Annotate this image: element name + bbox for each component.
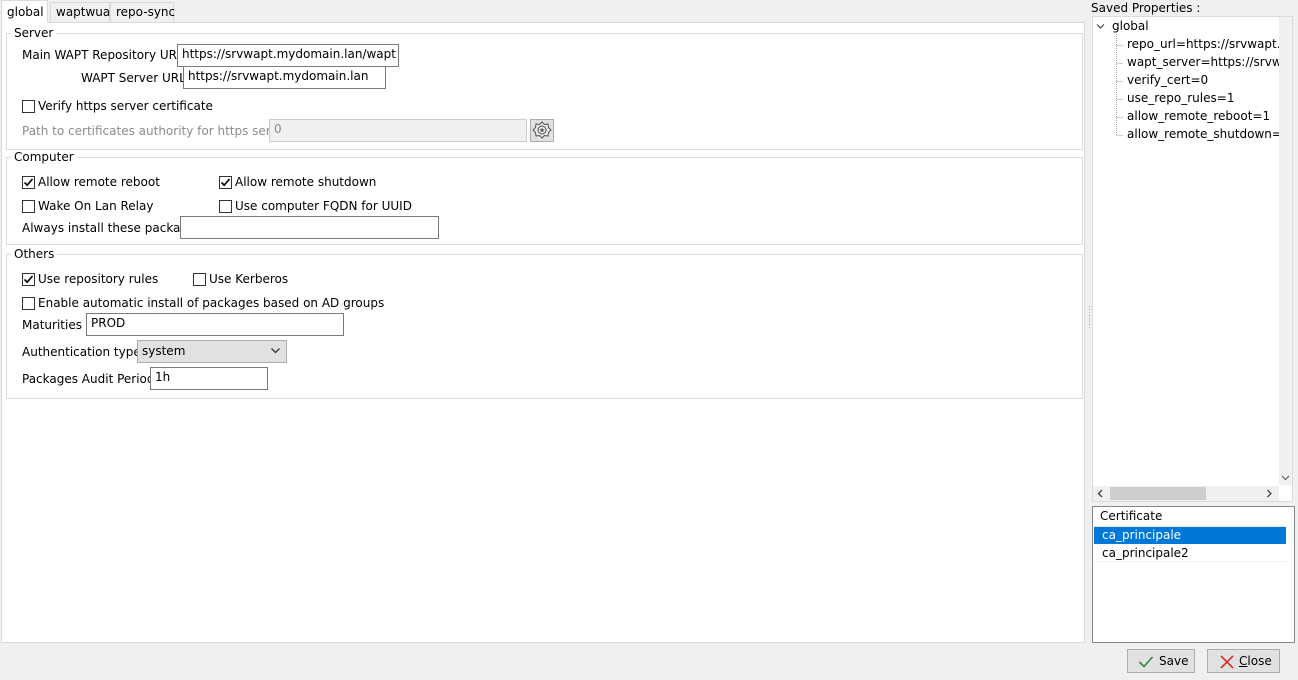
save-button-label: Save [1159, 654, 1189, 668]
tab-global[interactable]: global [1, 0, 48, 23]
tree-item-allow-remote-shutdown[interactable]: allow_remote_shutdown=1 [1127, 127, 1290, 141]
allow-shutdown-checkbox[interactable] [219, 176, 232, 189]
allow-reboot-checkbox[interactable] [22, 176, 35, 189]
certificate-column-header[interactable]: Certificate [1094, 507, 1286, 527]
tab-global-label: global [7, 5, 44, 19]
server-group-title: Server [11, 26, 57, 40]
server-url-input[interactable]: https://srvwapt.mydomain.lan [183, 66, 386, 89]
always-install-input[interactable] [180, 216, 439, 239]
close-button[interactable]: Close [1207, 649, 1280, 673]
verify-cert-label: Verify https server certificate [38, 99, 213, 113]
wol-relay-checkbox[interactable] [22, 200, 35, 213]
browse-ca-button[interactable] [530, 119, 554, 142]
certificate-icon [532, 121, 552, 139]
server-url-label: WAPT Server URL : [81, 71, 194, 85]
auth-type-label: Authentication type : [22, 345, 149, 359]
ca-path-input[interactable]: 0 [269, 119, 527, 142]
maturities-label: Maturities : [22, 318, 90, 332]
panel-splitter[interactable] [1088, 306, 1091, 336]
allow-reboot-label: Allow remote reboot [38, 175, 160, 189]
verify-cert-checkbox[interactable] [22, 100, 35, 113]
tab-waptwua[interactable]: waptwua [50, 2, 110, 22]
save-button[interactable]: Save [1127, 649, 1195, 673]
tree-lines [1116, 34, 1123, 136]
tab-repo-sync-label: repo-sync [116, 5, 176, 19]
check-icon [220, 178, 231, 187]
repo-url-input[interactable]: https://srvwapt.mydomain.lan/wapt [177, 44, 399, 67]
auth-type-value: system [142, 344, 186, 358]
saved-properties-tree[interactable]: global repo_url=https://srvwapt.my wapt_… [1092, 16, 1293, 502]
wol-relay-label: Wake On Lan Relay [38, 199, 154, 213]
always-install-label: Always install these packages [22, 221, 202, 235]
repo-url-label: Main WAPT Repository URL : [22, 48, 192, 62]
tree-vertical-scrollbar[interactable] [1279, 17, 1292, 485]
tab-waptwua-label: waptwua [56, 5, 111, 19]
ad-groups-checkbox[interactable] [22, 297, 35, 310]
fqdn-uuid-checkbox[interactable] [219, 200, 232, 213]
ca-path-label: Path to certificates authority for https… [22, 124, 305, 138]
ad-groups-label: Enable automatic install of packages bas… [38, 296, 385, 310]
chevron-down-icon [271, 348, 280, 354]
auth-type-select[interactable]: system [137, 340, 287, 363]
certificate-list[interactable]: Certificate ca_principale ca_principale2 [1092, 506, 1295, 643]
kerberos-label: Use Kerberos [209, 272, 289, 286]
close-button-label: Close [1239, 654, 1272, 668]
tree-item-use-repo-rules[interactable]: use_repo_rules=1 [1127, 91, 1234, 105]
tree-item-verify-cert[interactable]: verify_cert=0 [1127, 73, 1208, 87]
scroll-down-icon [1281, 475, 1290, 481]
saved-properties-title: Saved Properties : [1091, 1, 1201, 15]
certificate-row-selected[interactable]: ca_principale [1094, 527, 1286, 544]
check-icon [23, 275, 34, 284]
close-label-rest: lose [1247, 654, 1272, 668]
checkmark-icon [1138, 656, 1154, 668]
others-group-title: Others [11, 247, 58, 261]
maturities-input[interactable]: PROD [86, 313, 344, 336]
tree-item-allow-remote-reboot[interactable]: allow_remote_reboot=1 [1127, 109, 1270, 123]
tab-repo-sync[interactable]: repo-sync [110, 2, 176, 22]
repo-rules-checkbox[interactable] [22, 273, 35, 286]
tree-horizontal-scrollbar[interactable] [1093, 486, 1279, 501]
kerberos-checkbox[interactable] [193, 273, 206, 286]
scroll-left-icon [1097, 489, 1103, 498]
audit-period-input[interactable]: 1h [150, 367, 268, 390]
tab-panel-global: Server Main WAPT Repository URL : https:… [1, 22, 1085, 643]
computer-group-title: Computer [11, 150, 77, 164]
check-icon [23, 178, 34, 187]
scroll-right-icon [1267, 489, 1272, 498]
fqdn-uuid-label: Use computer FQDN for UUID [235, 199, 412, 213]
allow-shutdown-label: Allow remote shutdown [235, 175, 377, 189]
scroll-thumb[interactable] [1110, 487, 1206, 500]
close-icon [1220, 655, 1234, 669]
audit-period-label: Packages Audit Period : [22, 372, 163, 386]
certificate-row[interactable]: ca_principale2 [1094, 545, 1286, 562]
tree-item-repo-url[interactable]: repo_url=https://srvwapt.my [1127, 37, 1292, 51]
repo-rules-label: Use repository rules [38, 272, 159, 286]
tree-item-wapt-server[interactable]: wapt_server=https://srvwapt [1127, 55, 1292, 69]
